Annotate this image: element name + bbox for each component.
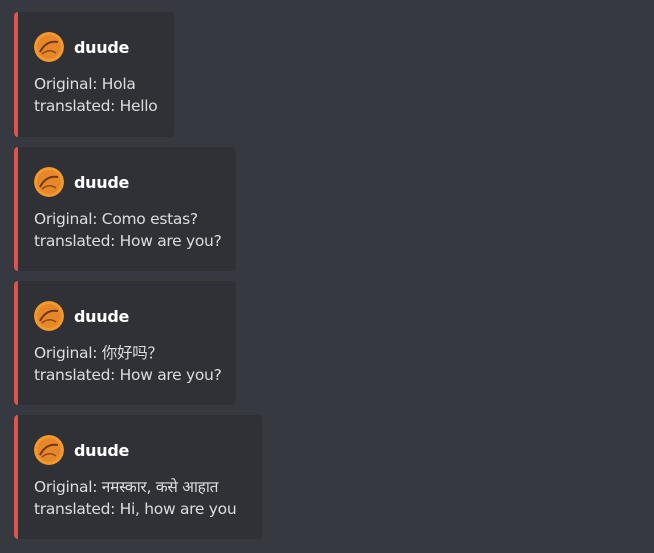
translation-embed: duude Original: Como estas? translated: …: [14, 147, 236, 271]
message-list: { "colors": { "background": "#36393f", "…: [0, 0, 654, 553]
orange-avatar-icon[interactable]: [34, 167, 64, 197]
original-text: Original: नमस्कार, कसे आहात: [34, 478, 219, 496]
original-text: Original: Hola: [34, 75, 136, 93]
original-text: Original: Como estas?: [34, 210, 198, 228]
orange-avatar-icon[interactable]: [34, 435, 64, 465]
embed-author: duude: [34, 31, 129, 63]
embed-description: Original: 你好吗？ translated: How are you?: [34, 342, 222, 386]
translation-embed: duude Original: नमस्कार, कसे आहात transl…: [14, 415, 262, 539]
translated-text: translated: How are you?: [34, 366, 222, 384]
translation-embed: duude Original: 你好吗？ translated: How are…: [14, 281, 236, 405]
translated-text: translated: Hello: [34, 97, 158, 115]
translated-text: translated: Hi, how are you: [34, 500, 237, 518]
embed-author: duude: [34, 300, 129, 332]
author-name[interactable]: duude: [74, 441, 129, 460]
orange-avatar-icon[interactable]: [34, 301, 64, 331]
orange-avatar-icon[interactable]: [34, 32, 64, 62]
author-name[interactable]: duude: [74, 38, 129, 57]
embed-description: Original: नमस्कार, कसे आहात translated: …: [34, 476, 237, 520]
original-text: Original: 你好吗？: [34, 344, 163, 362]
embed-description: Original: Como estas? translated: How ar…: [34, 208, 222, 252]
translation-embed: duude Original: Hola translated: Hello: [14, 12, 174, 137]
translated-text: translated: How are you?: [34, 232, 222, 250]
author-name[interactable]: duude: [74, 307, 129, 326]
embed-author: duude: [34, 166, 129, 198]
embed-description: Original: Hola translated: Hello: [34, 73, 158, 117]
embed-author: duude: [34, 434, 129, 466]
author-name[interactable]: duude: [74, 173, 129, 192]
